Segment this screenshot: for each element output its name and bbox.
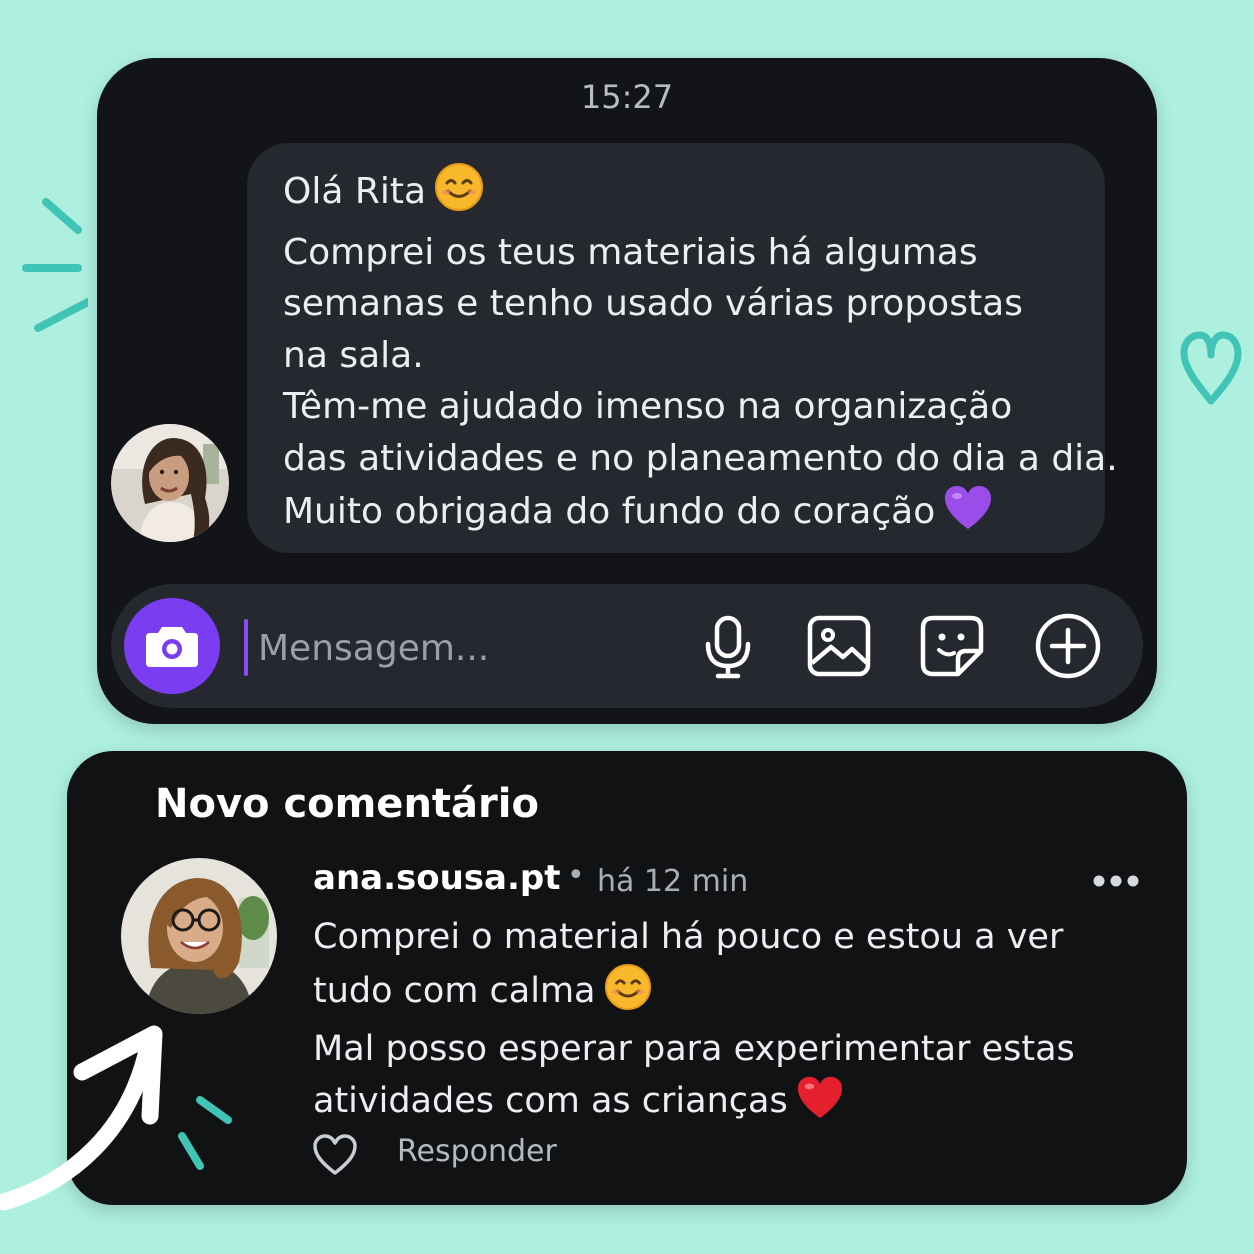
add-button[interactable]	[1034, 612, 1102, 680]
gallery-icon	[807, 615, 871, 677]
comment-timestamp: há 12 min	[597, 864, 749, 899]
sender-avatar	[111, 424, 229, 542]
microphone-icon	[705, 615, 751, 679]
message-time: 15:27	[580, 78, 674, 116]
meta-separator: •	[567, 858, 585, 893]
comment-line: atividades com as crianças	[313, 1075, 1143, 1136]
commenter-username[interactable]: ana.sousa.pt	[313, 858, 561, 898]
purple-heart-emoji-icon	[943, 484, 993, 547]
more-options-button[interactable]	[1090, 866, 1142, 896]
plus-icon	[1035, 613, 1101, 679]
comment-card-title: Novo comentário	[155, 781, 539, 827]
message-line: Olá Rita	[283, 162, 1103, 227]
smiling-emoji-icon	[604, 963, 652, 1026]
sticker-button[interactable]	[920, 615, 984, 677]
smiling-emoji-icon	[434, 162, 484, 227]
red-heart-emoji-icon	[796, 1075, 844, 1136]
like-button[interactable]	[312, 1133, 358, 1177]
comment-line: Comprei o material há pouco e estou a ve…	[313, 917, 1064, 957]
commenter-avatar[interactable]	[121, 858, 277, 1014]
message-line: semanas e tenho usado várias propostas	[283, 283, 1023, 324]
message-line: das atividades e no planeamento do dia a…	[283, 437, 1118, 479]
message-line: Muito obrigada do fundo do coração	[283, 484, 1103, 547]
camera-button[interactable]	[124, 598, 220, 694]
comment-line: Mal posso esperar para experimentar esta…	[313, 1029, 1075, 1070]
message-input[interactable]	[258, 620, 678, 676]
more-icon	[1093, 875, 1139, 887]
message-line: Comprei os teus materiais há algumas	[283, 231, 978, 273]
comment-text: Comprei o material há pouco e estou a ve…	[313, 913, 1143, 1135]
sparkle-lines-decoration	[22, 198, 88, 332]
message-line: na sala.	[283, 334, 424, 376]
sticker-icon	[920, 615, 984, 677]
gallery-button[interactable]	[807, 615, 871, 677]
heart-outline-icon	[313, 1134, 357, 1175]
comment-line: tudo com calma	[313, 963, 1143, 1026]
heart-doodle-decoration	[1180, 331, 1242, 405]
text-cursor	[244, 619, 248, 676]
microphone-button[interactable]	[702, 614, 754, 680]
camera-icon	[146, 627, 198, 667]
message-text: Olá Rita Comprei os teus materiais há al…	[283, 162, 1118, 547]
reply-button[interactable]: Responder	[397, 1134, 557, 1169]
message-line: Têm-me ajudado imenso na organização	[283, 386, 1013, 427]
